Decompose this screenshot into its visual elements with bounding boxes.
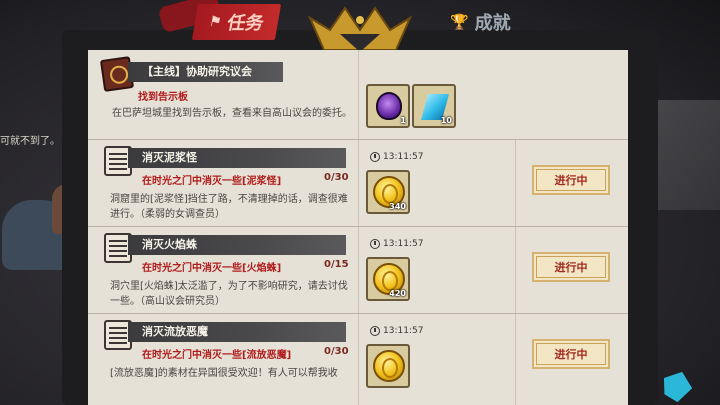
- quest-description: [流放恶魔]的素材在异国很受欢迎！有人可以帮我收: [110, 368, 338, 379]
- quest-row[interactable]: 消灭火焰蛛 在时光之门中消灭一些[火焰蛛] 0/15 洞穴里[火焰蛛]太泛滥了，…: [88, 227, 628, 312]
- main-quest-description: 在巴萨坦城里找到告示板，查看来自高山议会的委托。: [112, 108, 352, 119]
- reward-slot[interactable]: 1: [366, 84, 410, 128]
- quest-title: 消灭火焰蛛: [128, 235, 346, 255]
- quest-description: 洞窟里的[泥浆怪]挡住了路，不清理掉的话，调查很难进行。（柔弱的女调查员）: [110, 194, 348, 220]
- quest-title: 消灭泥浆怪: [128, 148, 346, 168]
- clock-icon: [370, 326, 380, 336]
- reward-count: 1: [400, 116, 406, 125]
- flag-icon: ⚑: [207, 14, 223, 30]
- reward-count: 420: [389, 289, 406, 298]
- in-progress-label: 进行中: [554, 174, 588, 187]
- quest-objective: 在时光之门中消灭一些[泥浆怪]: [142, 176, 282, 187]
- quest-row[interactable]: 消灭泥浆怪 在时光之门中消灭一些[泥浆怪] 0/30 洞窟里的[泥浆怪]挡住了路…: [88, 140, 628, 225]
- tab-task-label: 任务: [225, 13, 266, 34]
- quest-timer: 13:11:57: [370, 152, 423, 162]
- reward-count: 10: [440, 116, 452, 125]
- reward-slot[interactable]: [366, 344, 410, 388]
- timer-text: 13:11:57: [383, 326, 424, 336]
- timer-text: 13:11:57: [383, 239, 424, 249]
- tab-achievement[interactable]: 🏆 成就: [440, 4, 521, 40]
- quest-description: 洞穴里[火焰蛛]太泛滥了，为了不影响研究，请去讨伐一些。（高山议会研究员）: [110, 281, 348, 307]
- gold-coin-icon: [373, 350, 405, 382]
- quest-timer: 13:11:57: [370, 239, 423, 249]
- in-progress-label: 进行中: [554, 348, 588, 361]
- quest-list-panel[interactable]: 【主线】协助研究议会 找到告示板 在巴萨坦城里找到告示板，查看来自高山议会的委托…: [88, 50, 628, 405]
- in-progress-button[interactable]: 进行中: [532, 165, 610, 195]
- quest-progress: 0/30: [324, 346, 349, 357]
- timer-text: 13:11:57: [383, 152, 424, 162]
- clock-icon: [370, 152, 380, 162]
- quest-row-main[interactable]: 【主线】协助研究议会 找到告示板 在巴萨坦城里找到告示板，查看来自高山议会的委托…: [88, 50, 628, 138]
- reward-count: 340: [389, 202, 406, 211]
- quest-progress: 0/15: [324, 259, 349, 270]
- reward-slot[interactable]: 420: [366, 257, 410, 301]
- reward-slot[interactable]: 340: [366, 170, 410, 214]
- main-quest-objective: 找到告示板: [138, 92, 188, 103]
- quest-progress: 0/30: [324, 172, 349, 183]
- in-progress-button[interactable]: 进行中: [532, 252, 610, 282]
- trophy-icon: 🏆: [450, 13, 469, 31]
- background-dialog-text: 可就不到了。: [0, 136, 60, 147]
- main-quest-title: 【主线】协助研究议会: [128, 62, 283, 82]
- quest-row[interactable]: 消灭流放恶魔 在时光之门中消灭一些[流放恶魔] 0/30 [流放恶魔]的素材在异…: [88, 314, 628, 405]
- clock-icon: [370, 239, 380, 249]
- quest-timer: 13:11:57: [370, 326, 423, 336]
- quest-title: 消灭流放恶魔: [128, 322, 346, 342]
- tab-achievement-label: 成就: [474, 13, 511, 34]
- in-progress-label: 进行中: [554, 261, 588, 274]
- tab-task[interactable]: ⚑ 任务: [191, 4, 281, 40]
- reward-slot[interactable]: 10: [412, 84, 456, 128]
- potion-icon: [376, 92, 402, 120]
- quest-objective: 在时光之门中消灭一些[火焰蛛]: [142, 263, 282, 274]
- quest-objective: 在时光之门中消灭一些[流放恶魔]: [142, 350, 292, 361]
- in-progress-button[interactable]: 进行中: [532, 339, 610, 369]
